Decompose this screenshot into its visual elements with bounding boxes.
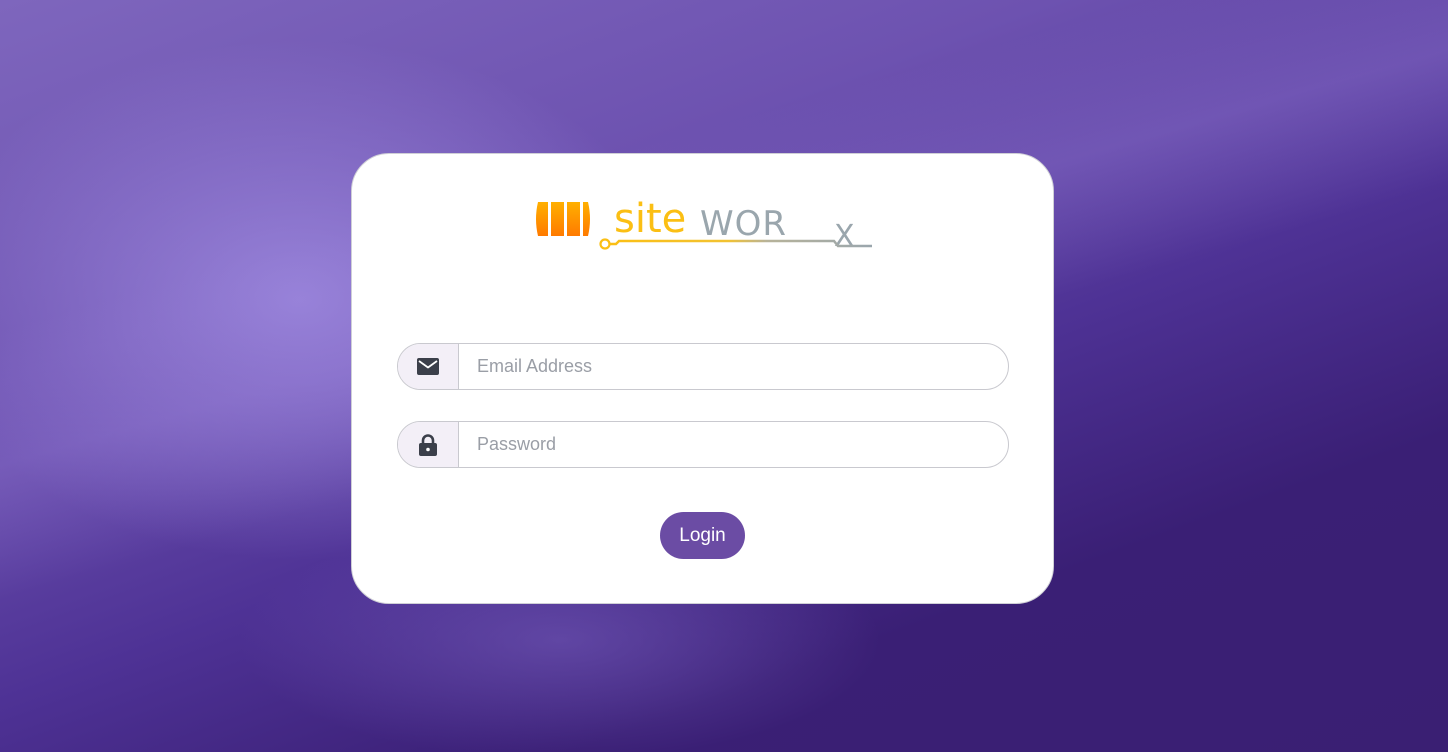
email-field-group [397, 343, 1009, 390]
password-input[interactable] [459, 422, 1008, 467]
login-card: site WOR X Login [351, 153, 1054, 604]
logo-circuit-dot [599, 238, 611, 250]
password-addon [398, 422, 459, 467]
envelope-icon [417, 358, 439, 375]
lock-icon [419, 433, 437, 456]
logo-bars-icon [536, 202, 590, 236]
email-addon [398, 344, 459, 389]
siteworx-logo: site WOR X [536, 196, 872, 254]
logo-text-x: X [834, 219, 855, 254]
email-input[interactable] [459, 344, 1008, 389]
login-button[interactable]: Login [660, 512, 745, 559]
logo-text-site: site [614, 196, 686, 242]
password-field-group [397, 421, 1009, 468]
logo-text-wor: WOR [700, 204, 787, 244]
